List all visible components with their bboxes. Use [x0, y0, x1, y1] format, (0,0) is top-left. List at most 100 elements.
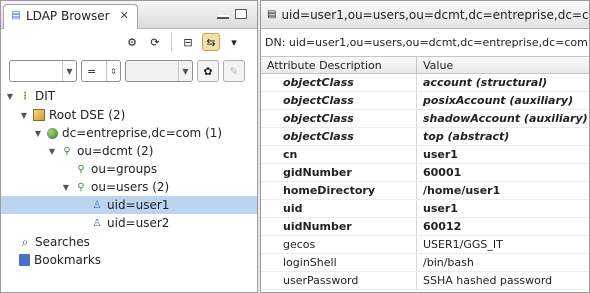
tree-node[interactable]: ▼ ⚲ ou=dcmt (2): [47, 142, 154, 160]
attribute-name: objectClass: [261, 128, 417, 145]
value-combo[interactable]: ▼: [125, 60, 193, 82]
dit-tree: ▼ ⋮ DIT ▼ Root DSE (2) ▼ dc=entreprise,dc=com …: [1, 87, 257, 292]
attribute-value[interactable]: shadowAccount (auxiliary): [417, 110, 589, 127]
attribute-row[interactable]: objectClass shadowAccount (auxiliary): [261, 110, 589, 128]
group-icon: ⚲: [77, 181, 85, 193]
attribute-row[interactable]: userPassword SSHA hashed password: [261, 272, 589, 290]
attribute-name: loginShell: [261, 254, 417, 271]
refresh-icon[interactable]: ⟳: [146, 33, 164, 51]
entry-editor-icon: ▤: [267, 9, 277, 20]
view-menu-icon[interactable]: ▾: [225, 33, 243, 51]
attribute-name: uid: [261, 200, 417, 217]
attribute-row[interactable]: loginShell/bin/bash: [261, 254, 589, 272]
user-icon: ♙: [92, 217, 102, 229]
tree-node-label: uid=user2: [107, 216, 170, 230]
ldap-browser-toolbar: ⚙ ⟳ ⊟ ⇆ ▾: [1, 29, 257, 55]
ldap-browser-tab[interactable]: ▤ LDAP Browser ✕: [3, 4, 138, 29]
minimize-icon[interactable]: [217, 15, 229, 19]
clear-search-button[interactable]: ✎: [223, 60, 245, 82]
attribute-row[interactable]: objectClass account (structural): [261, 74, 589, 92]
attribute-combo[interactable]: ▼: [9, 60, 77, 82]
close-icon[interactable]: ✕: [120, 9, 129, 22]
tree-node-label: DIT: [35, 89, 56, 103]
tree-node-label: dc=entreprise,dc=com (1): [62, 126, 223, 140]
attribute-row[interactable]: homeDirectory/home/user1: [261, 182, 589, 200]
tree-node-label: ou=users (2): [91, 180, 170, 194]
root-dse-icon: [33, 109, 45, 121]
tree-node[interactable]: ⚲ ou=groups: [61, 160, 157, 178]
tree-node[interactable]: Bookmarks: [5, 251, 101, 269]
attribute-value[interactable]: account (structural): [417, 74, 589, 91]
attribute-rows: objectClass account (structural) objectCla…: [261, 74, 589, 290]
tree-node-label: Bookmarks: [34, 253, 102, 267]
tree-node-label: uid=user1: [107, 198, 170, 212]
quick-search-button[interactable]: ✿: [197, 60, 219, 82]
operator-combo[interactable]: = ⇕: [81, 60, 121, 82]
entry-editor-panel: ▤ uid=user1,ou=users,ou=dcmt,dc=entrepri…: [260, 0, 590, 293]
attribute-row[interactable]: gidNumber 60001: [261, 164, 589, 182]
chevron-down-icon[interactable]: ▼: [178, 61, 192, 81]
attribute-value[interactable]: 60001: [417, 164, 589, 181]
maximize-icon[interactable]: [235, 9, 247, 19]
attribute-name: gidNumber: [261, 164, 417, 181]
updown-icon[interactable]: ⇕: [106, 61, 120, 81]
operator-combo-value: =: [87, 64, 97, 78]
tree-node-label: ou=groups: [91, 162, 158, 176]
tree-node-label: ou=dcmt (2): [77, 144, 154, 158]
attribute-name: homeDirectory: [261, 182, 417, 199]
attribute-row[interactable]: uidNumber 60012: [261, 218, 589, 236]
attribute-row[interactable]: objectClass top (abstract): [261, 128, 589, 146]
attribute-value[interactable]: SSHA hashed password: [417, 272, 589, 289]
unlink-icon[interactable]: ⚙: [123, 33, 141, 51]
expand-toggle-icon[interactable]: ▼: [19, 111, 29, 120]
window-controls: [217, 9, 247, 19]
tree-node[interactable]: ▼ ⚲ ou=users (2): [61, 178, 169, 196]
attribute-row[interactable]: objectClass posixAccount (auxiliary): [261, 92, 589, 110]
entry-editor-tab-label: uid=user1,ou=users,ou=dcmt,dc=entreprise…: [281, 7, 589, 22]
attribute-row[interactable]: gecos USER1/GGS_IT: [261, 236, 589, 254]
attribute-name: cn: [261, 146, 417, 163]
ldap-browser-tabbar: ▤ LDAP Browser ✕: [1, 1, 257, 29]
link-with-editor-icon[interactable]: ⇆: [202, 33, 220, 51]
expand-toggle-icon[interactable]: ▼: [33, 129, 43, 138]
attribute-value[interactable]: 60012: [417, 218, 589, 235]
attribute-value[interactable]: top (abstract): [417, 128, 589, 145]
expand-toggle-icon[interactable]: ▼: [5, 92, 15, 101]
chevron-down-icon[interactable]: ▼: [62, 61, 76, 81]
attribute-value[interactable]: /home/user1: [417, 182, 589, 199]
quick-search-row: ▼ = ⇕ ▼ ✿ ✎: [1, 55, 257, 87]
attribute-value[interactable]: /bin/bash: [417, 254, 589, 271]
tree-node[interactable]: ⌕ Searches: [5, 233, 90, 251]
tree-node[interactable]: ▼ Root DSE (2): [19, 106, 125, 124]
tree-node[interactable]: ▼ ⋮ DIT: [5, 87, 55, 105]
user-icon: ♙: [92, 199, 102, 211]
attribute-row[interactable]: uid user1: [261, 200, 589, 218]
tree-node[interactable]: ▼ dc=entreprise,dc=com (1): [33, 124, 222, 142]
toolbar-separator: [171, 33, 172, 51]
column-header-attribute[interactable]: Attribute Description: [261, 57, 417, 73]
dit-icon: ⋮: [20, 90, 30, 102]
attribute-row[interactable]: cn user1: [261, 146, 589, 164]
expand-toggle-icon[interactable]: ▼: [61, 183, 71, 192]
group-icon: ⚲: [63, 145, 71, 157]
ldap-browser-panel: ▤ LDAP Browser ✕ ⚙ ⟳ ⊟ ⇆ ▾ ▼ = ⇕ ▼ ✿ ✎ ▼…: [0, 0, 258, 293]
attribute-table: Attribute Description Value objectClass a…: [261, 56, 589, 290]
collapse-all-icon[interactable]: ⊟: [179, 33, 197, 51]
attribute-value[interactable]: user1: [417, 146, 589, 163]
tree-node[interactable]: ♙ uid=user1: [1, 196, 257, 214]
expand-toggle-icon[interactable]: ▼: [47, 147, 57, 156]
attribute-table-header: Attribute Description Value: [261, 56, 589, 74]
attribute-name: uidNumber: [261, 218, 417, 235]
attribute-name: objectClass: [261, 74, 417, 91]
entry-editor-tab[interactable]: ▤ uid=user1,ou=users,ou=dcmt,dc=entrepri…: [261, 1, 589, 29]
attribute-name: objectClass: [261, 92, 417, 109]
bookmark-icon: [19, 254, 30, 266]
attribute-value[interactable]: user1: [417, 200, 589, 217]
globe-icon: [47, 127, 58, 139]
attribute-value[interactable]: USER1/GGS_IT: [417, 236, 589, 253]
ldap-browser-tab-label: LDAP Browser: [26, 9, 110, 23]
attribute-value[interactable]: posixAccount (auxiliary): [417, 92, 589, 109]
column-header-value[interactable]: Value: [417, 57, 453, 73]
tree-node[interactable]: ♙ uid=user2: [77, 214, 170, 232]
tree-node-label: Searches: [35, 235, 90, 249]
